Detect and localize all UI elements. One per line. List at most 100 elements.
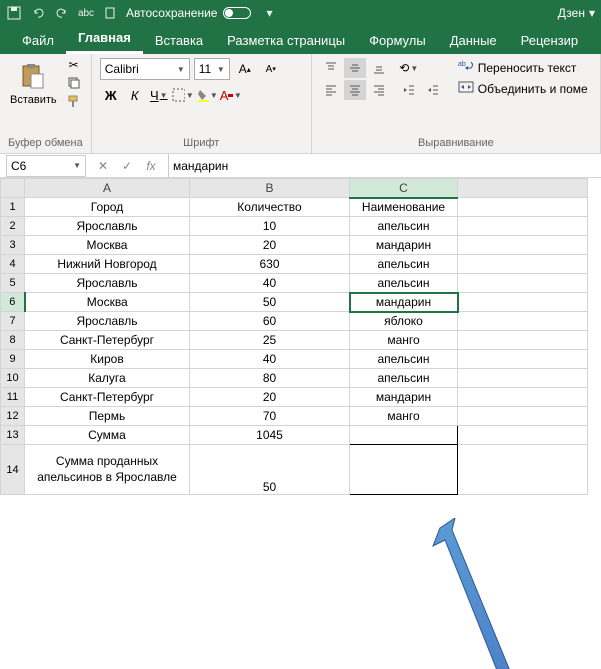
row-header[interactable]: 7	[1, 312, 25, 331]
tab-home[interactable]: Главная	[66, 24, 143, 54]
align-middle-icon[interactable]	[344, 58, 366, 78]
cell[interactable]	[458, 388, 588, 407]
row-header[interactable]: 14	[1, 445, 25, 495]
row-header[interactable]: 11	[1, 388, 25, 407]
cell[interactable]: манго	[350, 407, 458, 426]
cell[interactable]	[458, 369, 588, 388]
italic-button[interactable]: К	[124, 84, 146, 106]
cell[interactable]	[458, 236, 588, 255]
cell[interactable]: мандарин	[350, 388, 458, 407]
row-header[interactable]: 6	[1, 293, 25, 312]
cancel-formula-icon[interactable]: ✕	[94, 159, 112, 173]
merge-cells-button[interactable]: Объединить и поме	[456, 79, 590, 98]
cell[interactable]	[458, 407, 588, 426]
cell[interactable]: 1045	[190, 426, 350, 445]
formula-input[interactable]: мандарин	[168, 154, 601, 177]
cell[interactable]: Количество	[190, 198, 350, 217]
tab-data[interactable]: Данные	[438, 27, 509, 54]
copy-icon[interactable]	[65, 76, 83, 90]
tab-page-layout[interactable]: Разметка страницы	[215, 27, 357, 54]
fx-icon[interactable]: fx	[142, 159, 160, 173]
tab-file[interactable]: Файл	[10, 27, 66, 54]
decrease-indent-icon[interactable]	[398, 80, 420, 100]
cell[interactable]: 50	[190, 445, 350, 495]
col-header-d[interactable]	[458, 179, 588, 198]
name-box[interactable]: C6▼	[6, 155, 86, 177]
cell[interactable]: Ярославль	[25, 274, 190, 293]
fill-color-button[interactable]: ▼	[196, 84, 218, 106]
align-bottom-icon[interactable]	[368, 58, 390, 78]
cell[interactable]: Город	[25, 198, 190, 217]
row-header[interactable]: 3	[1, 236, 25, 255]
cell[interactable]: Пермь	[25, 407, 190, 426]
cell[interactable]	[458, 293, 588, 312]
row-header[interactable]: 12	[1, 407, 25, 426]
cell[interactable]	[350, 426, 458, 445]
tab-insert[interactable]: Вставка	[143, 27, 215, 54]
select-all-corner[interactable]	[1, 179, 25, 198]
col-header-a[interactable]: A	[25, 179, 190, 198]
tab-formulas[interactable]: Формулы	[357, 27, 438, 54]
cell[interactable]: Москва	[25, 236, 190, 255]
touch-mode-icon[interactable]	[102, 5, 118, 21]
cell[interactable]: 20	[190, 236, 350, 255]
save-icon[interactable]	[6, 5, 22, 21]
format-painter-icon[interactable]	[65, 94, 83, 108]
font-size-select[interactable]: 11▼	[194, 58, 230, 80]
cell[interactable]: апельсин	[350, 255, 458, 274]
cell[interactable]: Наименование	[350, 198, 458, 217]
cell[interactable]: Москва	[25, 293, 190, 312]
cell[interactable]: 20	[190, 388, 350, 407]
font-name-select[interactable]: Calibri▼	[100, 58, 190, 80]
cell[interactable]: Сумма	[25, 426, 190, 445]
cell[interactable]: Ярославль	[25, 312, 190, 331]
font-color-button[interactable]: A▼	[220, 84, 242, 106]
qat-dropdown-icon[interactable]: ▾	[261, 5, 277, 21]
cell[interactable]: Санкт-Петербург	[25, 331, 190, 350]
cell[interactable]	[350, 445, 458, 495]
increase-font-icon[interactable]: A▴	[234, 58, 256, 80]
cell[interactable]: Нижний Новгород	[25, 255, 190, 274]
cell[interactable]: Киров	[25, 350, 190, 369]
cell[interactable]: Ярославль	[25, 217, 190, 236]
cell[interactable]: Санкт-Петербург	[25, 388, 190, 407]
cell[interactable]: 40	[190, 274, 350, 293]
cell[interactable]: Сумма проданныхапельсинов в Ярославле	[25, 445, 190, 495]
row-header[interactable]: 13	[1, 426, 25, 445]
autosave-toggle[interactable]: Автосохранение	[126, 6, 251, 20]
cell[interactable]: мандарин	[350, 236, 458, 255]
increase-indent-icon[interactable]	[422, 80, 444, 100]
paste-button[interactable]: Вставить	[8, 58, 59, 108]
col-header-b[interactable]: B	[190, 179, 350, 198]
cell[interactable]: 40	[190, 350, 350, 369]
accept-formula-icon[interactable]: ✓	[118, 159, 136, 173]
cell[interactable]: 60	[190, 312, 350, 331]
cell[interactable]	[458, 217, 588, 236]
cell[interactable]: апельсин	[350, 274, 458, 293]
col-header-c[interactable]: C	[350, 179, 458, 198]
cell[interactable]: 630	[190, 255, 350, 274]
cell[interactable]	[458, 312, 588, 331]
cell[interactable]	[458, 255, 588, 274]
borders-button[interactable]: ▼	[172, 84, 194, 106]
cell[interactable]: 80	[190, 369, 350, 388]
cell[interactable]: апельсин	[350, 217, 458, 236]
cell[interactable]	[458, 331, 588, 350]
cell[interactable]: яблоко	[350, 312, 458, 331]
row-header[interactable]: 5	[1, 274, 25, 293]
cell[interactable]: манго	[350, 331, 458, 350]
cell[interactable]: апельсин	[350, 369, 458, 388]
row-header[interactable]: 1	[1, 198, 25, 217]
cell[interactable]	[458, 445, 588, 495]
cell[interactable]: Калуга	[25, 369, 190, 388]
underline-button[interactable]: Ч▼	[148, 84, 170, 106]
tab-review[interactable]: Рецензир	[509, 27, 591, 54]
align-center-icon[interactable]	[344, 80, 366, 100]
row-header[interactable]: 4	[1, 255, 25, 274]
cell[interactable]: 50	[190, 293, 350, 312]
cell[interactable]: апельсин	[350, 350, 458, 369]
align-left-icon[interactable]	[320, 80, 342, 100]
grid[interactable]: A B C 1 Город Количество Наименование 2Я…	[0, 178, 588, 495]
cell[interactable]: 70	[190, 407, 350, 426]
user-account[interactable]: Дзен ▾	[558, 6, 595, 20]
